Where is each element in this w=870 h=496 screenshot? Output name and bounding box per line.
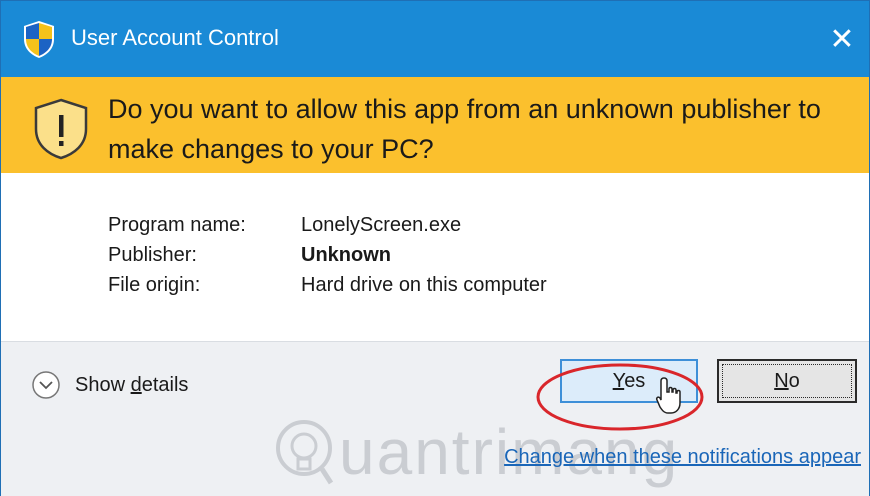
close-button[interactable]: ✕ [815, 1, 869, 77]
show-details-toggle[interactable]: Show details [31, 370, 188, 400]
chevron-down-icon [32, 371, 60, 399]
info-row: Program name: LonelyScreen.exe [108, 214, 547, 244]
prompt-question: Do you want to allow this app from an un… [108, 94, 821, 164]
dialog-footer: Show details Yes No uantrimang Change wh… [1, 341, 869, 496]
change-notifications-link[interactable]: Change when these notifications appear [504, 446, 861, 469]
yes-button-label: Yes [612, 369, 646, 392]
program-name-value: LonelyScreen.exe [301, 214, 462, 236]
program-name-label: Program name: [108, 214, 246, 236]
file-origin-value: Hard drive on this computer [301, 274, 547, 296]
lightbulb-icon [276, 420, 334, 485]
yes-button[interactable]: Yes [560, 359, 698, 403]
window-title: User Account Control [71, 25, 279, 50]
warning-banner: Do you want to allow this app from an un… [1, 77, 869, 173]
publisher-label: Publisher: [108, 244, 197, 266]
info-row: Publisher: Unknown [108, 244, 547, 274]
program-info: Program name: LonelyScreen.exe Publisher… [108, 214, 547, 304]
warning-shield-icon [34, 98, 88, 160]
info-row: File origin: Hard drive on this computer [108, 274, 547, 304]
uac-dialog: User Account Control ✕ Do you want to al… [0, 0, 870, 496]
close-icon: ✕ [829, 22, 855, 56]
focus-rectangle [722, 364, 852, 398]
publisher-value: Unknown [301, 244, 391, 266]
title-bar: User Account Control ✕ [1, 1, 869, 77]
file-origin-label: File origin: [108, 274, 201, 296]
show-details-label: Show details [75, 373, 189, 396]
no-button[interactable]: No [717, 359, 857, 403]
uac-shield-icon [24, 21, 54, 58]
